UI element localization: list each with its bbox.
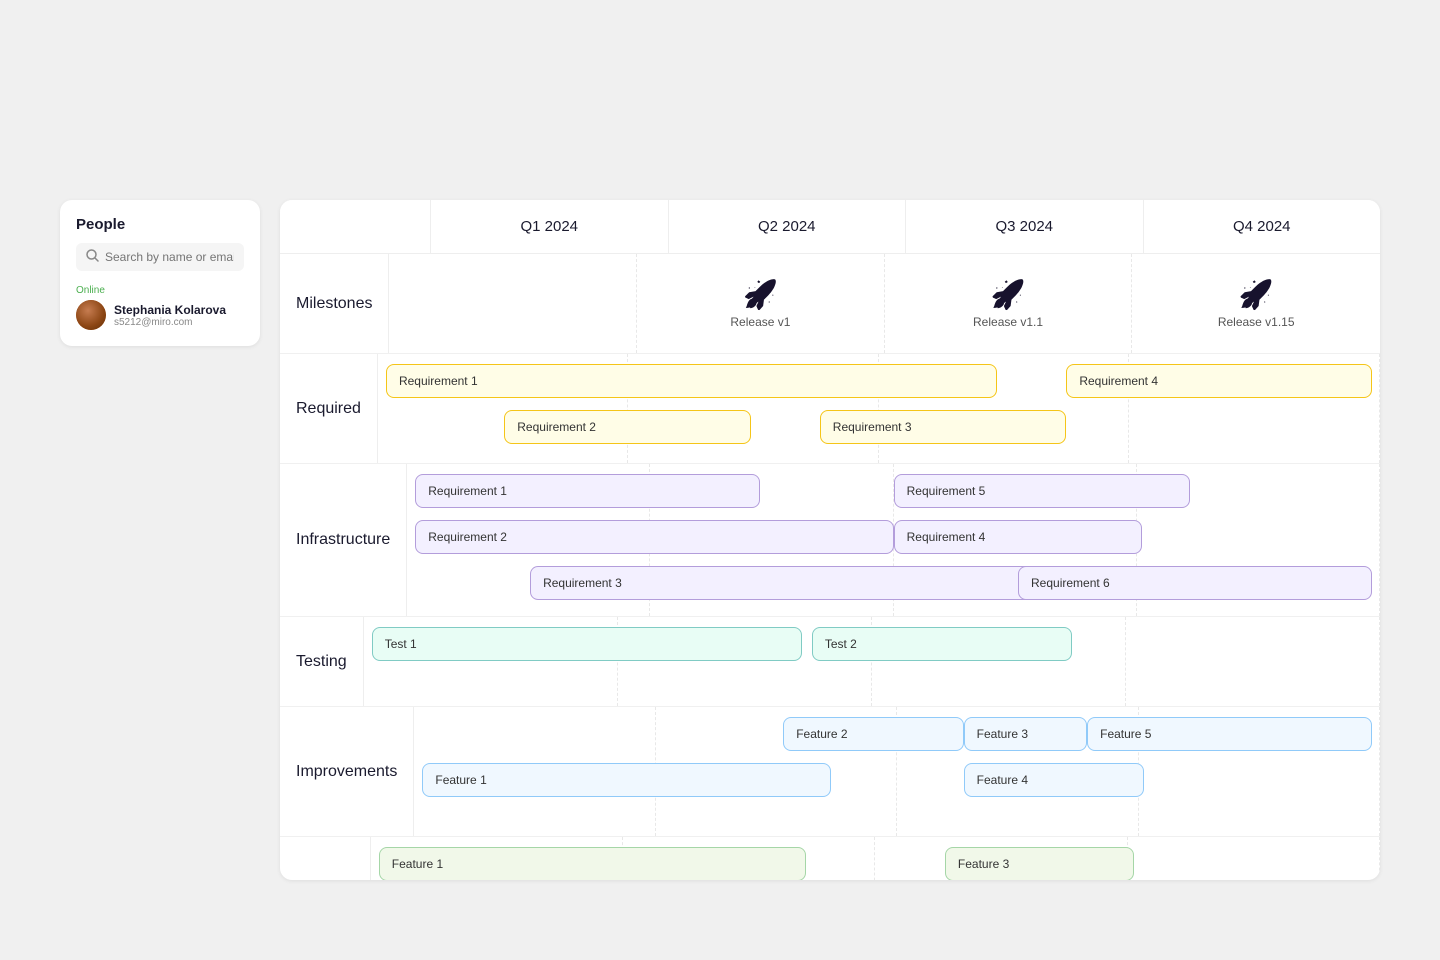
required-content: Requirement 1 Requirement 4 Requirement …	[378, 354, 1380, 463]
rocket-icon-v115: 🚀	[1239, 278, 1274, 311]
infrastructure-content: Requirement 1 Requirement 5 Requirement …	[407, 464, 1380, 616]
search-icon	[86, 249, 99, 265]
card-infra-req4[interactable]: Requirement 4	[894, 520, 1143, 554]
card-feat5[interactable]: Feature 5	[1087, 717, 1372, 751]
row-label-milestones: Milestones	[280, 254, 389, 353]
card-infra-req1[interactable]: Requirement 1	[415, 474, 759, 508]
avatar	[76, 300, 106, 330]
row-required: Required Requirement 1 Requirement 4	[280, 354, 1380, 464]
card-req3[interactable]: Requirement 3	[820, 410, 1067, 444]
user-item: Stephania Kolarova s5212@miro.com	[76, 300, 244, 330]
quarter-header-q4: Q4 2024	[1143, 200, 1381, 253]
row-label-required: Required	[280, 354, 378, 463]
card-sec-feat1[interactable]: Feature 1	[379, 847, 806, 880]
card-test2[interactable]: Test 2	[812, 627, 1072, 661]
search-input[interactable]	[105, 250, 234, 264]
roadmap-header: Q1 2024 Q2 2024 Q3 2024 Q4 2024	[280, 200, 1380, 254]
row-label-testing: Testing	[280, 617, 364, 706]
milestone-label-v1: Release v1	[730, 315, 790, 329]
milestones-content: 🚀 Release v1 🚀 Release v1.1 🚀 Release v1…	[389, 254, 1380, 353]
user-info: Stephania Kolarova s5212@miro.com	[114, 303, 226, 328]
row-label-security: Security	[280, 837, 371, 880]
row-security: Security Feature 1 Feature 3	[280, 837, 1380, 880]
required-row1: Requirement 1 Requirement 4	[386, 364, 1372, 404]
card-infra-req3[interactable]: Requirement 3	[530, 566, 1056, 600]
card-req1[interactable]: Requirement 1	[386, 364, 997, 398]
quarter-header-q3: Q3 2024	[905, 200, 1143, 253]
search-box[interactable]	[76, 243, 244, 271]
infra-row1: Requirement 1 Requirement 5	[415, 474, 1372, 514]
card-infra-req5[interactable]: Requirement 5	[894, 474, 1191, 508]
improve-row2: Feature 1 Feature 4	[422, 763, 1372, 803]
card-sec-feat3[interactable]: Feature 3	[945, 847, 1134, 880]
people-title: People	[76, 216, 244, 233]
row-improvements: Improvements Feature 2 Feature 3	[280, 707, 1380, 837]
infra-row2: Requirement 2 Requirement 4	[415, 520, 1372, 560]
required-row2: Requirement 2 Requirement 3	[386, 410, 1372, 450]
testing-content: Test 1 Test 2	[364, 617, 1380, 706]
infra-row3: Requirement 3 Requirement 6	[415, 566, 1372, 606]
milestone-q4: 🚀 Release v1.15	[1132, 254, 1380, 353]
rocket-icon-v1: 🚀	[743, 278, 778, 311]
milestone-q2: 🚀 Release v1	[637, 254, 885, 353]
milestone-label-v11: Release v1.1	[973, 315, 1043, 329]
row-milestones: Milestones 🚀 Release v1 🚀 Release v1.1 🚀…	[280, 254, 1380, 354]
row-infrastructure: Infrastructure Requirement 1 Requirement…	[280, 464, 1380, 617]
card-feat3[interactable]: Feature 3	[964, 717, 1087, 751]
card-test1[interactable]: Test 1	[372, 627, 802, 661]
card-infra-req2[interactable]: Requirement 2	[415, 520, 893, 554]
people-panel: People Online Stephania Kolarova s5212@m…	[60, 200, 260, 346]
milestone-label-v115: Release v1.15	[1218, 315, 1295, 329]
main-container: People Online Stephania Kolarova s5212@m…	[0, 0, 1440, 960]
card-feat2[interactable]: Feature 2	[783, 717, 963, 751]
card-infra-req6[interactable]: Requirement 6	[1018, 566, 1372, 600]
online-status: Online	[76, 285, 244, 296]
card-req2[interactable]: Requirement 2	[504, 410, 751, 444]
card-feat4[interactable]: Feature 4	[964, 763, 1144, 797]
roadmap-panel[interactable]: Q1 2024 Q2 2024 Q3 2024 Q4 2024 Mileston…	[280, 200, 1380, 880]
user-name: Stephania Kolarova	[114, 303, 226, 317]
security-row1: Feature 1 Feature 3	[379, 847, 1372, 880]
quarter-header-q2: Q2 2024	[668, 200, 906, 253]
milestone-q3: 🚀 Release v1.1	[885, 254, 1133, 353]
improve-row1: Feature 2 Feature 3 Feature 5	[422, 717, 1372, 757]
rocket-icon-v11: 🚀	[991, 278, 1026, 311]
milestone-q1	[389, 254, 637, 353]
row-label-infrastructure: Infrastructure	[280, 464, 407, 616]
row-label-improvements: Improvements	[280, 707, 414, 836]
card-feat1[interactable]: Feature 1	[422, 763, 830, 797]
header-empty	[280, 200, 430, 253]
row-testing: Testing Test 1 Test 2	[280, 617, 1380, 707]
security-content: Feature 1 Feature 3 Feature 2 Feature 4	[371, 837, 1380, 880]
user-email: s5212@miro.com	[114, 317, 226, 328]
testing-row1: Test 1 Test 2	[372, 627, 1372, 667]
card-req4[interactable]: Requirement 4	[1066, 364, 1372, 398]
quarter-header-q1: Q1 2024	[430, 200, 668, 253]
improvements-content: Feature 2 Feature 3 Feature 5 Feature 1	[414, 707, 1380, 836]
